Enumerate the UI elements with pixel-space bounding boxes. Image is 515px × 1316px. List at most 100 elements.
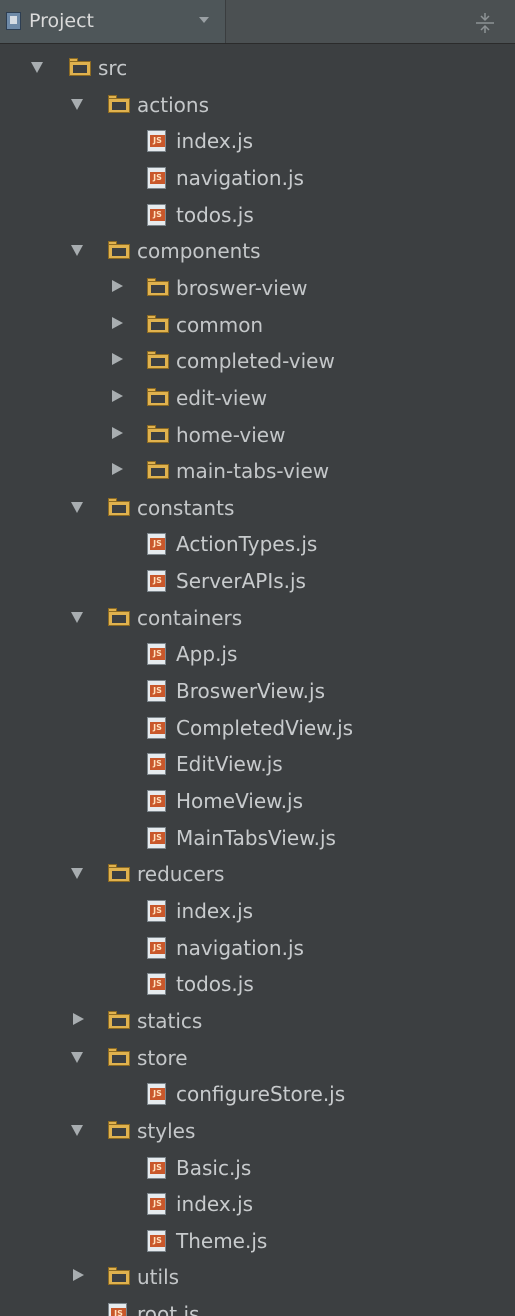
folder-icon (69, 57, 93, 76)
project-tool-window-header: Project (0, 0, 515, 44)
tree-item-label: containers (137, 605, 243, 630)
tree-folder-row[interactable]: main-tabs-view (0, 455, 515, 487)
collapsed-arrow-icon[interactable] (110, 316, 123, 329)
collapsed-arrow-icon[interactable] (110, 389, 123, 402)
tree-folder-row[interactable]: src (0, 52, 515, 84)
tree-file-row[interactable]: JS ServerAPIs.js (0, 565, 515, 597)
tree-item-label: src (98, 56, 128, 80)
tree-folder-row[interactable]: components (0, 235, 515, 267)
tree-folder-row[interactable]: utils (0, 1261, 515, 1293)
tree-folder-row[interactable]: constants (0, 492, 515, 524)
expanded-arrow-icon[interactable] (31, 60, 43, 73)
tree-item-label: broswer-view (176, 275, 308, 300)
tree-item-label: Theme.js (176, 1228, 268, 1253)
folder-icon (147, 314, 171, 333)
tree-file-row[interactable]: JS ActionTypes.js (0, 528, 515, 560)
tree-folder-row[interactable]: reducers (0, 858, 515, 890)
tree-item-label: constants (137, 495, 235, 520)
tree-folder-row[interactable]: broswer-view (0, 272, 515, 304)
expanded-arrow-icon[interactable] (71, 243, 83, 257)
tree-file-row[interactable]: JS navigation.js (0, 162, 515, 194)
js-file-icon: JS (147, 1156, 169, 1179)
tree-file-row[interactable]: JS index.js (0, 125, 515, 157)
js-file-icon: JS (147, 753, 169, 776)
collapsed-arrow-icon[interactable] (110, 279, 123, 292)
tree-item-label: reducers (137, 862, 225, 887)
folder-icon (108, 1266, 132, 1286)
tree-file-row[interactable]: JS index.js (0, 895, 515, 927)
collapsed-arrow-icon[interactable] (110, 353, 123, 366)
tree-item-label: ActionTypes.js (176, 532, 318, 557)
folder-icon (108, 497, 132, 516)
expanded-arrow-icon[interactable] (71, 97, 83, 110)
js-file-icon: JS (147, 936, 169, 959)
tree-file-row[interactable]: JS MainTabsView.js (0, 822, 515, 854)
tree-folder-row[interactable]: styles (0, 1115, 515, 1147)
js-file-icon: JS (108, 1303, 130, 1316)
tree-item-label: index.js (176, 898, 254, 923)
tree-item-label: Basic.js (176, 1155, 252, 1180)
tree-item-label: BroswerView.js (176, 679, 326, 704)
tree-folder-row[interactable]: completed-view (0, 345, 515, 377)
tree-item-label: ServerAPIs.js (176, 569, 306, 594)
tree-file-row[interactable]: JS index.js (0, 1188, 515, 1220)
collapse-all-icon[interactable] (474, 12, 496, 34)
tree-item-label: components (137, 239, 261, 264)
tree-file-row[interactable]: JS navigation.js (0, 932, 515, 964)
tree-file-row[interactable]: JS BroswerView.js (0, 675, 515, 707)
tree-item-label: actions (137, 92, 209, 117)
expanded-arrow-icon[interactable] (71, 1123, 83, 1136)
js-file-icon: JS (147, 130, 169, 153)
collapsed-arrow-icon[interactable] (110, 463, 123, 476)
expanded-arrow-icon[interactable] (71, 866, 83, 880)
tree-folder-row[interactable]: common (0, 309, 515, 341)
tree-folder-row[interactable]: edit-view (0, 382, 515, 414)
tree-file-row[interactable]: JS CompletedView.js (0, 712, 515, 744)
tree-folder-row[interactable]: actions (0, 89, 515, 121)
tree-folder-row[interactable]: home-view (0, 419, 515, 451)
tree-item-label: todos.js (176, 202, 254, 227)
project-view-selector[interactable]: Project (0, 0, 226, 43)
tree-file-row[interactable]: JS HomeView.js (0, 785, 515, 817)
collapsed-arrow-icon[interactable] (71, 1269, 84, 1282)
tree-folder-row[interactable]: store (0, 1042, 515, 1074)
js-file-icon: JS (147, 899, 169, 922)
chevron-down-icon[interactable] (199, 17, 209, 23)
tree-item-label: edit-view (176, 385, 268, 410)
tree-file-row[interactable]: JS configureStore.js (0, 1078, 515, 1110)
tree-item-label: App.js (176, 642, 238, 667)
js-file-icon: JS (147, 790, 169, 812)
tree-item-label: store (137, 1045, 188, 1070)
tree-item-label: EditView.js (176, 752, 283, 777)
tree-item-label: home-view (176, 422, 286, 447)
tree-folder-row[interactable]: statics (0, 1005, 515, 1037)
expanded-arrow-icon[interactable] (71, 500, 83, 513)
tree-file-row[interactable]: JS EditView.js (0, 748, 515, 780)
tree-folder-row[interactable]: containers (0, 602, 515, 634)
collapsed-arrow-icon[interactable] (110, 426, 123, 439)
tree-item-label: styles (137, 1118, 196, 1143)
folder-icon (147, 350, 171, 370)
tree-file-row[interactable]: JS todos.js (0, 968, 515, 1000)
collapsed-arrow-icon[interactable] (71, 1012, 84, 1025)
expanded-arrow-icon[interactable] (71, 610, 83, 623)
folder-icon (108, 1120, 132, 1139)
tree-file-row[interactable]: JS todos.js (0, 199, 515, 231)
js-file-icon: JS (147, 716, 169, 739)
js-file-icon: JS (147, 570, 169, 593)
tree-file-row[interactable]: JS root.js (0, 1298, 515, 1316)
folder-icon (108, 240, 132, 260)
folder-icon (147, 387, 171, 406)
expanded-arrow-icon[interactable] (71, 1050, 83, 1063)
folder-icon (108, 1010, 132, 1029)
project-icon (6, 12, 21, 30)
tree-file-row[interactable]: JS Theme.js (0, 1225, 515, 1257)
tree-file-row[interactable]: JS App.js (0, 638, 515, 670)
js-file-icon: JS (147, 680, 169, 703)
folder-icon (147, 277, 171, 296)
js-file-icon: JS (147, 1229, 169, 1252)
tree-item-label: navigation.js (176, 165, 304, 190)
js-file-icon: JS (147, 1083, 169, 1106)
tree-file-row[interactable]: JS Basic.js (0, 1152, 515, 1184)
tree-item-label: main-tabs-view (176, 459, 330, 484)
